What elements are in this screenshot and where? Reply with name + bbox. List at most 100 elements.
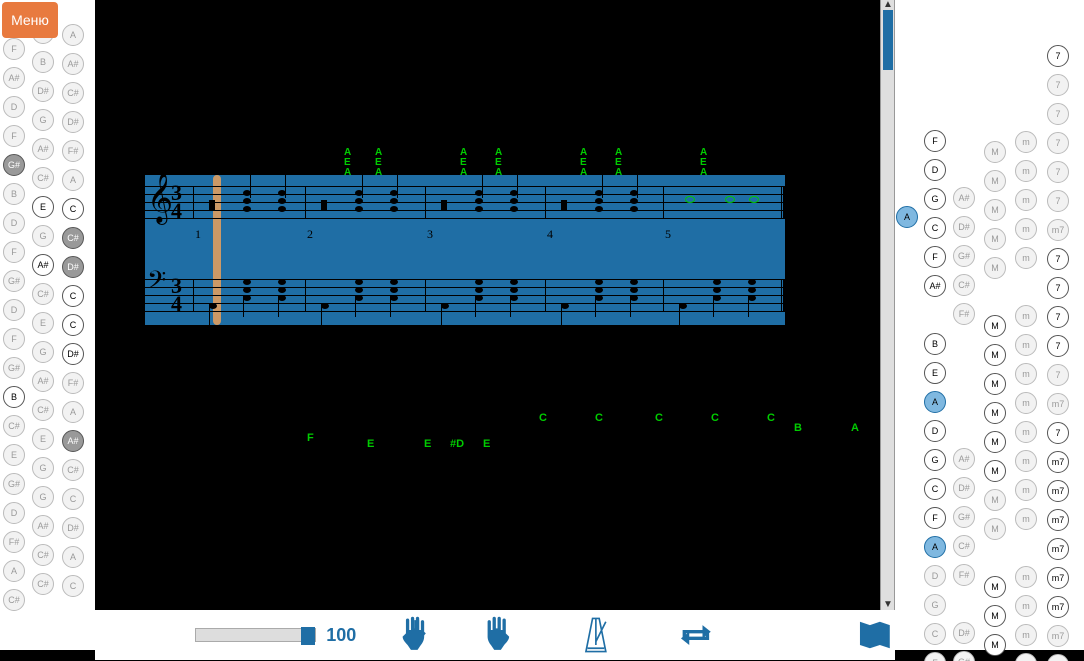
key-button[interactable]: M [984,315,1006,337]
key-button[interactable]: F [3,38,25,60]
key-button[interactable]: C# [953,535,975,557]
key-button[interactable]: m [1015,624,1037,646]
key-button[interactable]: m [1015,247,1037,269]
key-button[interactable]: 7 [1047,248,1069,270]
key-button[interactable]: D# [953,622,975,644]
key-button[interactable]: M [984,460,1006,482]
menu-button[interactable]: Меню [2,2,58,38]
key-button[interactable]: C [62,488,84,510]
key-button[interactable]: m [1015,595,1037,617]
key-button[interactable]: A [896,206,918,228]
key-button[interactable]: m7 [1047,625,1069,647]
key-button[interactable]: m [1015,218,1037,240]
key-button[interactable]: E [32,312,54,334]
key-button[interactable]: M [984,489,1006,511]
key-button[interactable]: A# [62,53,84,75]
key-button[interactable]: B [32,51,54,73]
key-button[interactable]: G [32,109,54,131]
key-button[interactable]: C# [32,283,54,305]
key-button[interactable]: A [62,401,84,423]
key-button[interactable]: A# [32,254,54,276]
key-button[interactable]: C [62,198,84,220]
key-button[interactable]: 7 [1047,45,1069,67]
key-button[interactable]: D# [32,80,54,102]
key-button[interactable]: m [1015,131,1037,153]
key-button[interactable]: M [984,228,1006,250]
left-hand-button[interactable] [396,615,436,655]
right-hand-button[interactable] [476,615,516,655]
key-button[interactable]: D# [62,517,84,539]
key-button[interactable]: D [924,159,946,181]
key-button[interactable]: C# [32,167,54,189]
key-button[interactable]: A# [953,448,975,470]
key-button[interactable]: A# [62,430,84,452]
key-button[interactable]: 7 [1047,335,1069,357]
key-button[interactable]: 7 [1047,161,1069,183]
key-button[interactable]: m [1015,305,1037,327]
key-button[interactable]: m [1015,160,1037,182]
key-button[interactable]: m7 [1047,480,1069,502]
key-button[interactable]: F# [953,564,975,586]
key-button[interactable]: A# [924,275,946,297]
key-button[interactable]: B [3,183,25,205]
key-button[interactable]: M [984,431,1006,453]
key-button[interactable]: m7 [1047,567,1069,589]
key-button[interactable]: G# [953,506,975,528]
key-button[interactable]: C [62,314,84,336]
key-button[interactable]: M [984,634,1006,656]
key-button[interactable]: D [924,565,946,587]
key-button[interactable]: G# [3,154,25,176]
key-button[interactable]: D# [953,216,975,238]
key-button[interactable]: D# [62,111,84,133]
key-button[interactable]: G [32,457,54,479]
loop-button[interactable] [676,615,716,655]
key-button[interactable]: F [924,507,946,529]
key-button[interactable]: E [32,428,54,450]
key-button[interactable]: G# [3,473,25,495]
key-button[interactable]: m [1015,363,1037,385]
key-button[interactable]: A [924,536,946,558]
key-button[interactable]: M [984,170,1006,192]
key-button[interactable]: m [1015,450,1037,472]
scroll-down-icon[interactable]: ▼ [883,600,893,610]
key-button[interactable]: m [1015,421,1037,443]
key-button[interactable]: C [62,575,84,597]
key-button[interactable]: m [1015,334,1037,356]
key-button[interactable]: m [1015,508,1037,530]
key-button[interactable]: G [32,341,54,363]
metronome-button[interactable] [576,615,616,655]
key-button[interactable]: M [984,344,1006,366]
key-button[interactable]: D# [62,256,84,278]
key-button[interactable]: C# [62,82,84,104]
key-button[interactable]: 7 [1047,190,1069,212]
key-button[interactable]: F [924,246,946,268]
key-button[interactable]: M [984,518,1006,540]
key-button[interactable]: M [984,141,1006,163]
key-button[interactable]: A# [3,67,25,89]
key-button[interactable]: G [924,594,946,616]
key-button[interactable]: D [3,299,25,321]
key-button[interactable]: F# [62,372,84,394]
key-button[interactable]: C# [953,274,975,296]
key-button[interactable]: m [1015,392,1037,414]
key-button[interactable]: m7 [1047,509,1069,531]
key-button[interactable]: G# [953,245,975,267]
key-button[interactable]: F# [3,531,25,553]
key-button[interactable]: F [3,328,25,350]
key-button[interactable]: C [924,478,946,500]
key-button[interactable]: E [3,444,25,466]
key-button[interactable]: G [32,225,54,247]
key-button[interactable]: C# [62,227,84,249]
key-button[interactable]: m [1015,566,1037,588]
key-button[interactable]: F [924,130,946,152]
key-button[interactable]: 7 [1047,132,1069,154]
key-button[interactable]: A# [32,515,54,537]
key-button[interactable]: m [1015,479,1037,501]
key-button[interactable]: M [984,199,1006,221]
key-button[interactable]: m7 [1047,219,1069,241]
key-button[interactable]: G [32,486,54,508]
key-button[interactable]: D [3,212,25,234]
key-button[interactable]: m [1015,189,1037,211]
key-button[interactable]: G [924,449,946,471]
key-button[interactable]: D [3,502,25,524]
